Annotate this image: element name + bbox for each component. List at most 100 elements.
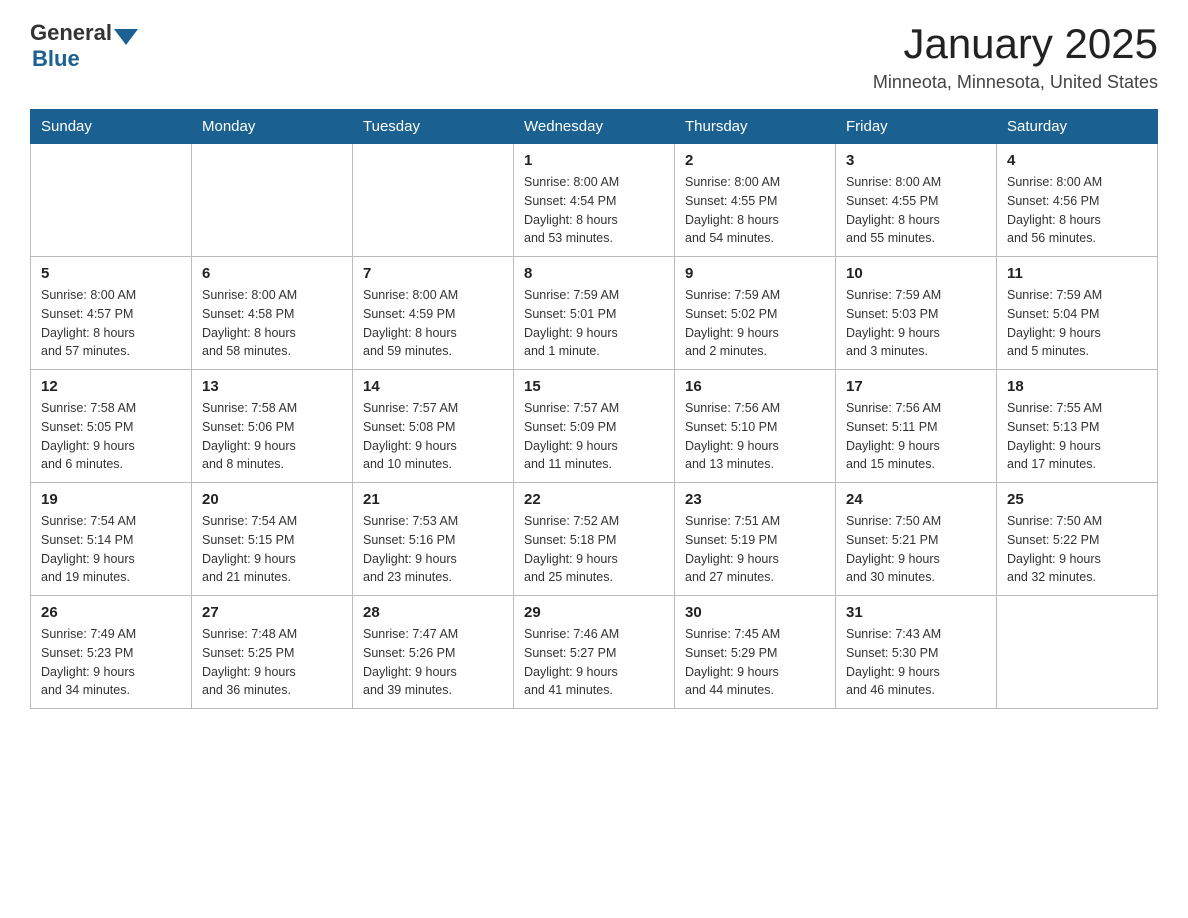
day-info: Sunrise: 7:48 AMSunset: 5:25 PMDaylight:… xyxy=(202,625,342,700)
day-info: Sunrise: 7:47 AMSunset: 5:26 PMDaylight:… xyxy=(363,625,503,700)
day-info: Sunrise: 7:49 AMSunset: 5:23 PMDaylight:… xyxy=(41,625,181,700)
day-number: 11 xyxy=(1007,265,1147,282)
day-number: 24 xyxy=(846,491,986,508)
calendar-cell: 26 Sunrise: 7:49 AMSunset: 5:23 PMDayligh… xyxy=(31,596,192,709)
day-info: Sunrise: 8:00 AMSunset: 4:55 PMDaylight:… xyxy=(846,173,986,248)
week-row-5: 26 Sunrise: 7:49 AMSunset: 5:23 PMDayligh… xyxy=(31,596,1158,709)
day-info: Sunrise: 8:00 AMSunset: 4:54 PMDaylight:… xyxy=(524,173,664,248)
day-number: 17 xyxy=(846,378,986,395)
calendar-cell: 28 Sunrise: 7:47 AMSunset: 5:26 PMDayligh… xyxy=(353,596,514,709)
day-info: Sunrise: 7:50 AMSunset: 5:22 PMDaylight:… xyxy=(1007,512,1147,587)
day-number: 5 xyxy=(41,265,181,282)
calendar-cell xyxy=(353,144,514,257)
day-number: 27 xyxy=(202,604,342,621)
weekday-header-saturday: Saturday xyxy=(997,110,1158,144)
calendar-cell: 17 Sunrise: 7:56 AMSunset: 5:11 PMDayligh… xyxy=(836,370,997,483)
calendar-cell: 9Sunrise: 7:59 AMSunset: 5:02 PMDaylight… xyxy=(675,257,836,370)
weekday-header-thursday: Thursday xyxy=(675,110,836,144)
day-number: 13 xyxy=(202,378,342,395)
day-number: 30 xyxy=(685,604,825,621)
logo-block: General Blue xyxy=(30,20,138,72)
week-row-4: 19 Sunrise: 7:54 AMSunset: 5:14 PMDayligh… xyxy=(31,483,1158,596)
weekday-header-sunday: Sunday xyxy=(31,110,192,144)
calendar-cell: 12 Sunrise: 7:58 AMSunset: 5:05 PMDayligh… xyxy=(31,370,192,483)
day-info: Sunrise: 7:59 AMSunset: 5:03 PMDaylight:… xyxy=(846,286,986,361)
day-info: Sunrise: 7:50 AMSunset: 5:21 PMDaylight:… xyxy=(846,512,986,587)
weekday-header-friday: Friday xyxy=(836,110,997,144)
logo-general-text: General xyxy=(30,20,112,46)
calendar-cell: 24 Sunrise: 7:50 AMSunset: 5:21 PMDayligh… xyxy=(836,483,997,596)
calendar-cell: 15 Sunrise: 7:57 AMSunset: 5:09 PMDayligh… xyxy=(514,370,675,483)
day-info: Sunrise: 7:58 AMSunset: 5:05 PMDaylight:… xyxy=(41,399,181,474)
day-info: Sunrise: 8:00 AMSunset: 4:56 PMDaylight:… xyxy=(1007,173,1147,248)
calendar-cell: 19 Sunrise: 7:54 AMSunset: 5:14 PMDayligh… xyxy=(31,483,192,596)
calendar-cell: 2 Sunrise: 8:00 AMSunset: 4:55 PMDaylight… xyxy=(675,144,836,257)
calendar-cell: 6Sunrise: 8:00 AMSunset: 4:58 PMDaylight… xyxy=(192,257,353,370)
day-info: Sunrise: 7:59 AMSunset: 5:01 PMDaylight:… xyxy=(524,286,664,361)
calendar-cell: 7 Sunrise: 8:00 AMSunset: 4:59 PMDaylight… xyxy=(353,257,514,370)
weekday-header-monday: Monday xyxy=(192,110,353,144)
calendar-cell: 30 Sunrise: 7:45 AMSunset: 5:29 PMDayligh… xyxy=(675,596,836,709)
logo: General Blue xyxy=(30,20,138,72)
logo-arrow-icon xyxy=(114,29,138,45)
day-number: 2 xyxy=(685,152,825,169)
calendar-cell: 31 Sunrise: 7:43 AMSunset: 5:30 PMDayligh… xyxy=(836,596,997,709)
week-row-3: 12 Sunrise: 7:58 AMSunset: 5:05 PMDayligh… xyxy=(31,370,1158,483)
day-info: Sunrise: 7:56 AMSunset: 5:10 PMDaylight:… xyxy=(685,399,825,474)
day-number: 7 xyxy=(363,265,503,282)
subtitle: Minneota, Minnesota, United States xyxy=(873,72,1158,93)
calendar-cell: 11 Sunrise: 7:59 AMSunset: 5:04 PMDayligh… xyxy=(997,257,1158,370)
day-info: Sunrise: 7:53 AMSunset: 5:16 PMDaylight:… xyxy=(363,512,503,587)
calendar-cell: 3 Sunrise: 8:00 AMSunset: 4:55 PMDaylight… xyxy=(836,144,997,257)
day-info: Sunrise: 7:45 AMSunset: 5:29 PMDaylight:… xyxy=(685,625,825,700)
day-info: Sunrise: 7:57 AMSunset: 5:09 PMDaylight:… xyxy=(524,399,664,474)
day-info: Sunrise: 7:57 AMSunset: 5:08 PMDaylight:… xyxy=(363,399,503,474)
calendar-cell: 29 Sunrise: 7:46 AMSunset: 5:27 PMDayligh… xyxy=(514,596,675,709)
day-info: Sunrise: 7:54 AMSunset: 5:14 PMDaylight:… xyxy=(41,512,181,587)
day-number: 10 xyxy=(846,265,986,282)
calendar-cell: 20 Sunrise: 7:54 AMSunset: 5:15 PMDayligh… xyxy=(192,483,353,596)
calendar-cell: 14 Sunrise: 7:57 AMSunset: 5:08 PMDayligh… xyxy=(353,370,514,483)
day-info: Sunrise: 7:55 AMSunset: 5:13 PMDaylight:… xyxy=(1007,399,1147,474)
logo-blue-text: Blue xyxy=(32,46,80,72)
calendar-cell: 18Sunrise: 7:55 AMSunset: 5:13 PMDayligh… xyxy=(997,370,1158,483)
day-info: Sunrise: 7:59 AMSunset: 5:04 PMDaylight:… xyxy=(1007,286,1147,361)
calendar-cell: 16Sunrise: 7:56 AMSunset: 5:10 PMDayligh… xyxy=(675,370,836,483)
day-info: Sunrise: 7:46 AMSunset: 5:27 PMDaylight:… xyxy=(524,625,664,700)
day-number: 4 xyxy=(1007,152,1147,169)
day-info: Sunrise: 7:54 AMSunset: 5:15 PMDaylight:… xyxy=(202,512,342,587)
calendar-cell: 5 Sunrise: 8:00 AMSunset: 4:57 PMDaylight… xyxy=(31,257,192,370)
calendar-cell: 27 Sunrise: 7:48 AMSunset: 5:25 PMDayligh… xyxy=(192,596,353,709)
week-row-1: 1 Sunrise: 8:00 AMSunset: 4:54 PMDaylight… xyxy=(31,144,1158,257)
day-info: Sunrise: 7:56 AMSunset: 5:11 PMDaylight:… xyxy=(846,399,986,474)
day-number: 31 xyxy=(846,604,986,621)
weekday-header-row: SundayMondayTuesdayWednesdayThursdayFrid… xyxy=(31,110,1158,144)
calendar-cell xyxy=(997,596,1158,709)
calendar-cell xyxy=(31,144,192,257)
day-number: 3 xyxy=(846,152,986,169)
day-number: 29 xyxy=(524,604,664,621)
page-header: General Blue January 2025 Minneota, Minn… xyxy=(30,20,1158,93)
day-number: 23 xyxy=(685,491,825,508)
day-number: 20 xyxy=(202,491,342,508)
day-number: 15 xyxy=(524,378,664,395)
day-info: Sunrise: 8:00 AMSunset: 4:55 PMDaylight:… xyxy=(685,173,825,248)
day-number: 26 xyxy=(41,604,181,621)
calendar-cell: 22Sunrise: 7:52 AMSunset: 5:18 PMDayligh… xyxy=(514,483,675,596)
day-number: 21 xyxy=(363,491,503,508)
page-title: January 2025 xyxy=(873,20,1158,68)
week-row-2: 5 Sunrise: 8:00 AMSunset: 4:57 PMDaylight… xyxy=(31,257,1158,370)
day-info: Sunrise: 7:43 AMSunset: 5:30 PMDaylight:… xyxy=(846,625,986,700)
calendar-table: SundayMondayTuesdayWednesdayThursdayFrid… xyxy=(30,109,1158,709)
day-info: Sunrise: 7:52 AMSunset: 5:18 PMDaylight:… xyxy=(524,512,664,587)
weekday-header-tuesday: Tuesday xyxy=(353,110,514,144)
calendar-cell xyxy=(192,144,353,257)
day-number: 28 xyxy=(363,604,503,621)
day-number: 14 xyxy=(363,378,503,395)
day-info: Sunrise: 8:00 AMSunset: 4:57 PMDaylight:… xyxy=(41,286,181,361)
day-number: 19 xyxy=(41,491,181,508)
day-number: 1 xyxy=(524,152,664,169)
day-info: Sunrise: 8:00 AMSunset: 4:59 PMDaylight:… xyxy=(363,286,503,361)
calendar-cell: 13Sunrise: 7:58 AMSunset: 5:06 PMDayligh… xyxy=(192,370,353,483)
day-number: 12 xyxy=(41,378,181,395)
